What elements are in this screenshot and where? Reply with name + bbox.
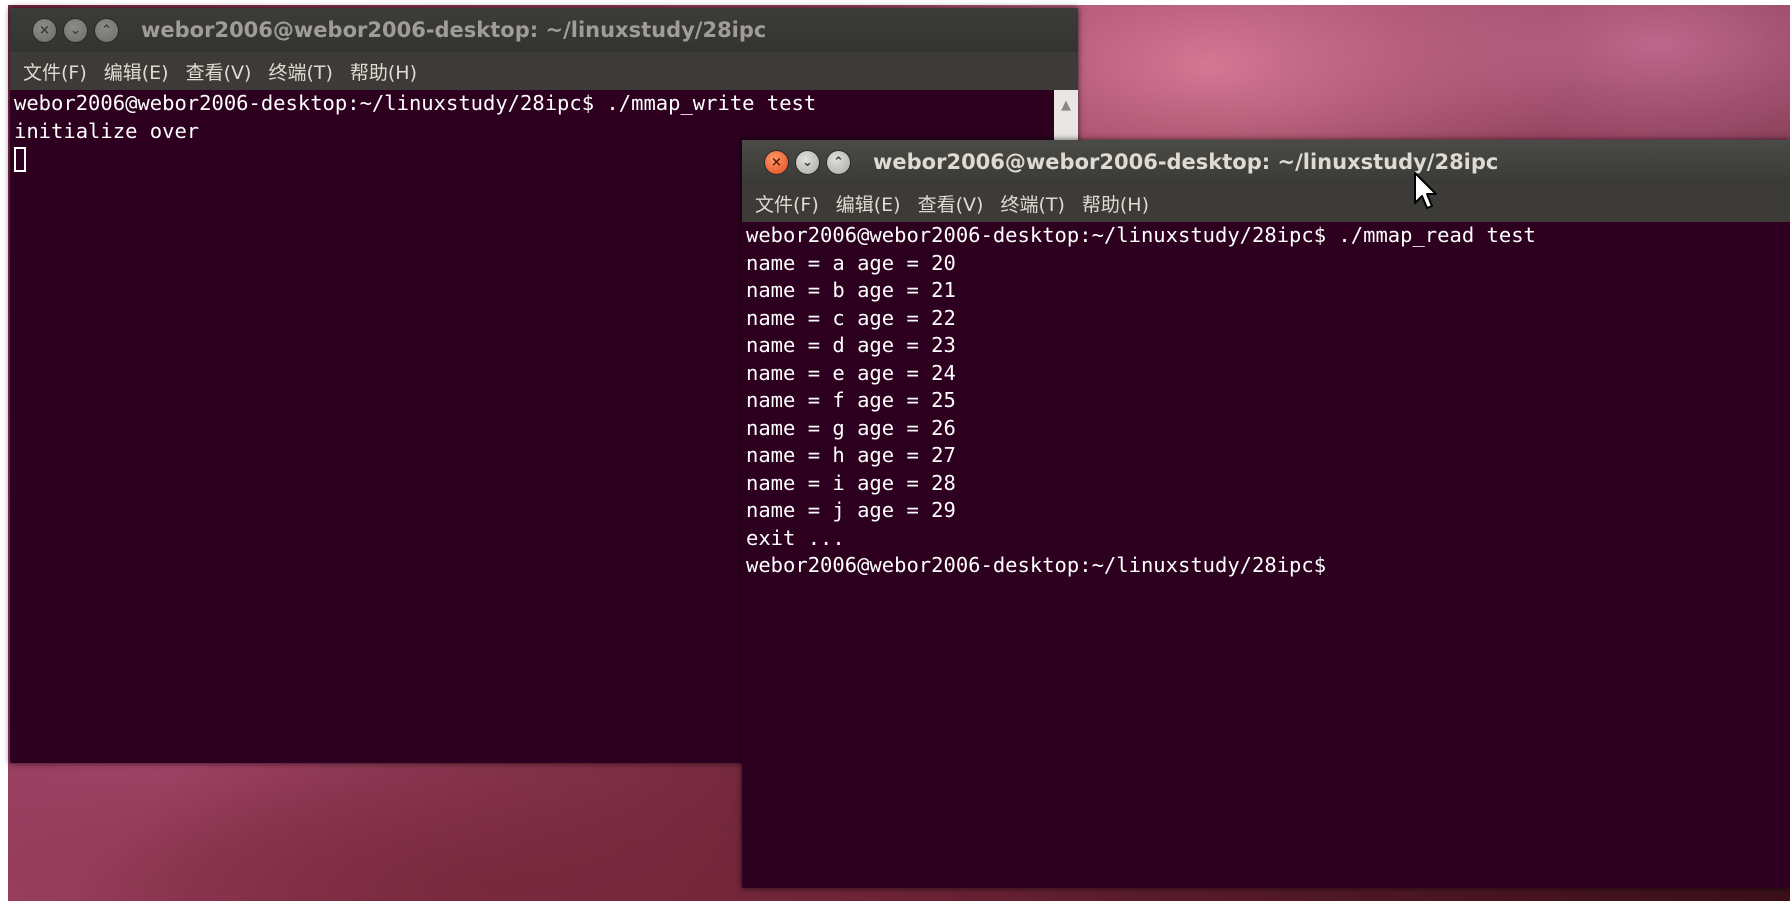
- terminal-line: name = d age = 23: [746, 333, 956, 357]
- terminal-line: name = c age = 22: [746, 305, 956, 330]
- terminal-line: name = b age = 21: [746, 278, 956, 302]
- menubar: 文件(F) 编辑(E) 查看(V) 终端(T) 帮助(H): [742, 184, 1790, 222]
- menubar: 文件(F) 编辑(E) 查看(V) 终端(T) 帮助(H): [10, 52, 1078, 90]
- window-title: webor2006@webor2006-desktop: ~/linuxstud…: [873, 150, 1499, 174]
- menu-edit[interactable]: 编辑(E): [104, 58, 169, 85]
- text-cursor: [14, 146, 26, 172]
- terminal-line: name = a age = 20: [746, 250, 956, 275]
- close-icon[interactable]: ×: [764, 149, 789, 175]
- terminal-output[interactable]: webor2006@webor2006-desktop:~/linuxstudy…: [742, 222, 1790, 888]
- minimize-icon[interactable]: ⌄: [795, 149, 820, 175]
- window-controls: × ⌄ ⌃: [764, 149, 851, 175]
- close-icon[interactable]: ×: [32, 17, 57, 43]
- window-controls: × ⌄ ⌃: [32, 17, 119, 43]
- menu-view[interactable]: 查看(V): [918, 190, 984, 217]
- scroll-up-icon[interactable]: ▲: [1054, 90, 1078, 120]
- maximize-icon[interactable]: ⌃: [826, 149, 851, 175]
- terminal-line: name = g age = 26: [746, 415, 956, 440]
- menu-edit[interactable]: 编辑(E): [836, 190, 901, 217]
- mouse-pointer-icon: [1414, 172, 1437, 209]
- menu-help[interactable]: 帮助(H): [350, 58, 417, 85]
- minimize-icon[interactable]: ⌄: [63, 17, 88, 43]
- terminal-line: webor2006@webor2006-desktop:~/linuxstudy…: [746, 553, 1327, 577]
- menu-file[interactable]: 文件(F): [755, 190, 819, 217]
- terminal-line: name = i age = 28: [746, 470, 956, 495]
- terminal-line: webor2006@webor2006-desktop:~/linuxstudy…: [746, 223, 1536, 247]
- titlebar[interactable]: × ⌄ ⌃ webor2006@webor2006-desktop: ~/lin…: [742, 140, 1790, 184]
- menu-terminal[interactable]: 终端(T): [1000, 190, 1064, 217]
- window-title: webor2006@webor2006-desktop: ~/linuxstud…: [141, 18, 767, 42]
- terminal-window-read[interactable]: × ⌄ ⌃ webor2006@webor2006-desktop: ~/lin…: [742, 140, 1790, 888]
- terminal-line: name = e age = 24: [746, 360, 956, 385]
- menu-file[interactable]: 文件(F): [23, 58, 87, 85]
- terminal-line: name = f age = 25: [746, 388, 956, 412]
- terminal-line: name = h age = 27: [746, 443, 956, 467]
- titlebar[interactable]: × ⌄ ⌃ webor2006@webor2006-desktop: ~/lin…: [10, 8, 1078, 52]
- maximize-icon[interactable]: ⌃: [94, 17, 119, 43]
- menu-view[interactable]: 查看(V): [186, 58, 252, 85]
- menu-terminal[interactable]: 终端(T): [268, 58, 332, 85]
- terminal-line: webor2006@webor2006-desktop:~/linuxstudy…: [14, 91, 817, 115]
- terminal-line: exit ...: [746, 525, 845, 550]
- menu-help[interactable]: 帮助(H): [1082, 190, 1149, 217]
- terminal-line: name = j age = 29: [746, 498, 956, 522]
